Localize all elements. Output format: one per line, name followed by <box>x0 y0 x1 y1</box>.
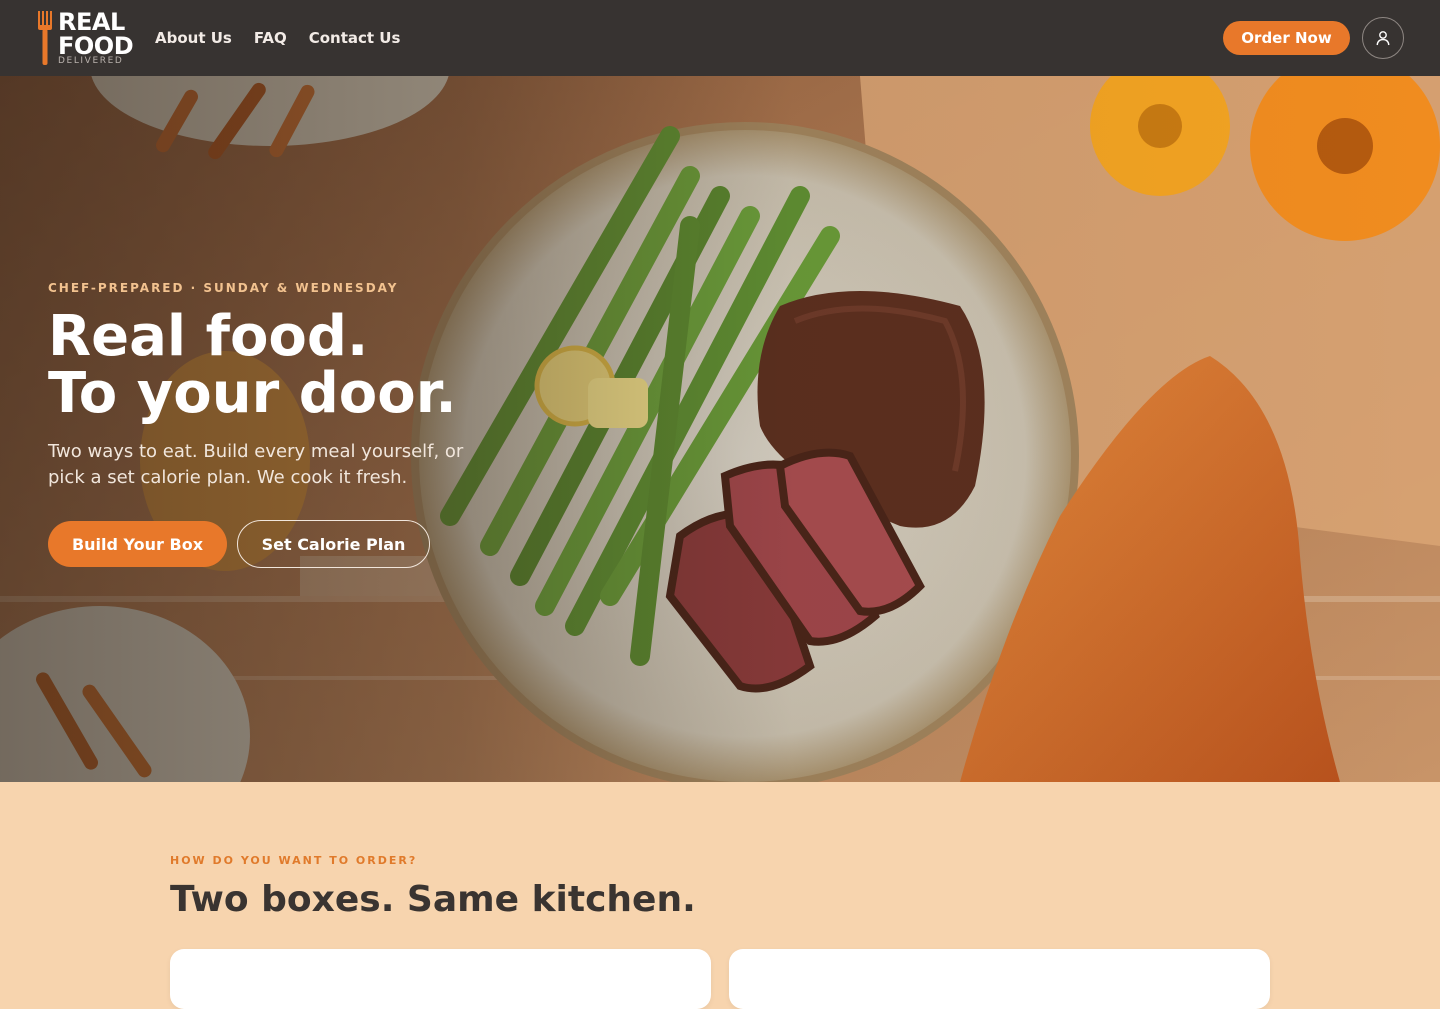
section-eyebrow: HOW DO YOU WANT TO ORDER? <box>170 854 418 867</box>
nav-link-contact[interactable]: Contact Us <box>309 28 401 48</box>
brand-tagline: DELIVERED <box>58 56 124 66</box>
order-option-card[interactable] <box>170 949 711 1009</box>
hero-overlay <box>0 76 1440 782</box>
order-now-button[interactable]: Order Now <box>1223 21 1350 55</box>
user-icon <box>1376 31 1390 46</box>
hero-headline-line-1: Real food. <box>48 304 369 369</box>
section-title: Two boxes. Same kitchen. <box>170 879 696 920</box>
brand-line-2: FOOD <box>58 32 134 60</box>
set-calorie-plan-button[interactable]: Set Calorie Plan <box>237 520 430 568</box>
brand-logo[interactable]: REAL FOOD DELIVERED <box>36 10 134 66</box>
account-button[interactable] <box>1362 17 1404 59</box>
order-options-section: HOW DO YOU WANT TO ORDER? Two boxes. Sam… <box>0 782 1440 1009</box>
hero-eyebrow: CHEF-PREPARED · SUNDAY & WEDNESDAY <box>48 281 399 295</box>
build-your-box-button[interactable]: Build Your Box <box>48 521 227 567</box>
brand-wordmark: REAL FOOD <box>58 8 134 60</box>
hero-section: CHEF-PREPARED · SUNDAY & WEDNESDAY Real … <box>0 76 1440 782</box>
primary-nav: About Us FAQ Contact Us <box>155 28 400 48</box>
nav-link-faq[interactable]: FAQ <box>254 28 287 48</box>
nav-link-about[interactable]: About Us <box>155 28 232 48</box>
hero-subtext: Two ways to eat. Build every meal yourse… <box>48 441 464 488</box>
hero-headline-line-2: To your door. <box>48 361 457 426</box>
order-option-card[interactable] <box>729 949 1270 1009</box>
top-nav: REAL FOOD DELIVERED About Us FAQ Contact… <box>0 0 1440 76</box>
fork-icon <box>38 11 52 65</box>
hero-headline: Real food. To your door. <box>48 308 457 422</box>
brand-line-1: REAL <box>58 8 125 36</box>
